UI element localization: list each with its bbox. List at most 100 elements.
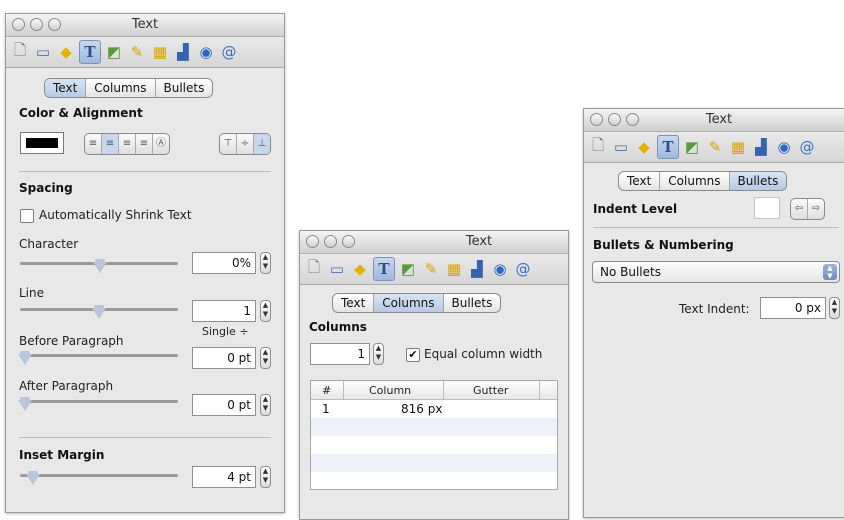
wrap-icon[interactable]: ◆ <box>350 258 370 280</box>
tab-columns[interactable]: Columns <box>659 172 728 190</box>
columns-count-stepper[interactable]: ▲ ▼ <box>373 343 384 365</box>
graphic-icon[interactable]: ◩ <box>104 41 124 63</box>
graphic-icon[interactable]: ◩ <box>682 136 702 158</box>
line-mode-popup[interactable]: Single ÷ <box>202 325 249 338</box>
text-inspector-columns-panel: Text 🗋 ▭ ◆ T ◩ ✎ ▦ ▟ ◉ @ Text Columns Bu… <box>299 230 569 520</box>
wrap-icon[interactable]: ◆ <box>634 136 654 158</box>
chart-icon[interactable]: ▟ <box>467 258 487 280</box>
layout-icon[interactable]: ▭ <box>33 41 53 63</box>
after-paragraph-field[interactable]: 0 pt <box>192 394 256 416</box>
metrics-icon[interactable]: ✎ <box>421 258 441 280</box>
inspector-tabs: Text Columns Bullets <box>332 293 502 313</box>
tab-text[interactable]: Text <box>333 294 373 312</box>
inset-margin-slider-thumb[interactable] <box>26 471 40 485</box>
table-icon[interactable]: ▦ <box>728 136 748 158</box>
character-stepper[interactable]: ▲ ▼ <box>260 252 271 274</box>
quicktime-icon[interactable]: @ <box>513 258 533 280</box>
metrics-icon[interactable]: ✎ <box>705 136 725 158</box>
align-middle-icon[interactable]: ÷ <box>236 134 253 154</box>
align-bottom-icon[interactable]: ⊥ <box>253 134 270 154</box>
tab-columns[interactable]: Columns <box>85 79 154 97</box>
chart-icon[interactable]: ▟ <box>751 136 771 158</box>
line-field[interactable]: 1 <box>192 300 256 322</box>
tab-text[interactable]: Text <box>619 172 659 190</box>
link-icon[interactable]: ◉ <box>774 136 794 158</box>
document-icon[interactable]: 🗋 <box>304 258 324 280</box>
align-right-icon[interactable]: ≡ <box>118 134 135 154</box>
inspector-toolbar: 🗋 ▭ ◆ T ◩ ✎ ▦ ▟ ◉ @ <box>584 132 844 163</box>
column-header-column[interactable]: Column <box>369 384 411 397</box>
line-slider-thumb[interactable] <box>92 305 106 319</box>
inspector-tabs: Text Columns Bullets <box>44 78 214 98</box>
text-indent-field[interactable]: 0 px <box>760 297 826 319</box>
table-icon[interactable]: ▦ <box>150 41 170 63</box>
before-paragraph-field[interactable]: 0 pt <box>192 347 256 369</box>
equal-column-width-checkbox[interactable]: ✔ <box>406 348 420 362</box>
titlebar: Text <box>6 14 284 37</box>
inset-margin-field[interactable]: 4 pt <box>192 466 256 488</box>
before-paragraph-slider[interactable] <box>20 354 178 357</box>
after-paragraph-slider-thumb[interactable] <box>18 397 32 411</box>
link-icon[interactable]: ◉ <box>490 258 510 280</box>
tab-text[interactable]: Text <box>45 79 86 97</box>
text-icon[interactable]: T <box>373 257 395 281</box>
inset-margin-heading: Inset Margin <box>19 448 105 462</box>
text-color-well[interactable] <box>20 132 64 154</box>
after-paragraph-slider[interactable] <box>20 400 178 403</box>
before-paragraph-slider-thumb[interactable] <box>18 351 32 365</box>
window-title: Text <box>465 234 493 249</box>
metrics-icon[interactable]: ✎ <box>127 41 147 63</box>
close-button[interactable] <box>306 235 319 248</box>
text-icon[interactable]: T <box>79 40 101 64</box>
tab-bullets[interactable]: Bullets <box>154 79 213 97</box>
document-icon[interactable]: 🗋 <box>588 136 608 158</box>
minimize-button[interactable] <box>324 235 337 248</box>
column-header-number[interactable]: # <box>322 384 331 397</box>
inspector-toolbar: 🗋 ▭ ◆ T ◩ ✎ ▦ ▟ ◉ @ <box>300 254 568 285</box>
text-indent-stepper[interactable]: ▲ ▼ <box>829 297 840 319</box>
wrap-icon[interactable]: ◆ <box>56 41 76 63</box>
layout-icon[interactable]: ▭ <box>611 136 631 158</box>
text-icon[interactable]: T <box>657 135 679 159</box>
quicktime-icon[interactable]: @ <box>797 136 817 158</box>
character-slider-thumb[interactable] <box>93 259 107 273</box>
shrink-text-checkbox[interactable] <box>20 209 34 223</box>
bullets-style-value: No Bullets <box>600 265 661 279</box>
align-auto-icon[interactable]: Ⓐ <box>152 134 169 154</box>
table-icon[interactable]: ▦ <box>444 258 464 280</box>
line-stepper[interactable]: ▲ ▼ <box>260 300 271 322</box>
spacing-heading: Spacing <box>19 181 73 195</box>
columns-count-field[interactable]: 1 <box>310 343 370 365</box>
before-paragraph-stepper[interactable]: ▲ ▼ <box>260 347 271 369</box>
indent-arrow-icon[interactable]: ⇨ <box>807 199 824 219</box>
line-label: Line <box>19 286 45 300</box>
tab-bullets[interactable]: Bullets <box>728 172 787 190</box>
outdent-arrow-icon[interactable]: ⇦ <box>791 199 807 219</box>
align-left-icon[interactable]: ≡ <box>85 134 101 154</box>
column-header-gutter[interactable]: Gutter <box>473 384 508 397</box>
document-icon[interactable]: 🗋 <box>10 41 30 63</box>
tab-bullets[interactable]: Bullets <box>442 294 501 312</box>
indent-level-label: Indent Level <box>593 202 678 216</box>
row-number: 1 <box>322 402 330 416</box>
character-field[interactable]: 0% <box>192 252 256 274</box>
quicktime-icon[interactable]: @ <box>219 41 239 63</box>
after-paragraph-stepper[interactable]: ▲ ▼ <box>260 394 271 416</box>
chart-icon[interactable]: ▟ <box>173 41 193 63</box>
link-icon[interactable]: ◉ <box>196 41 216 63</box>
graphic-icon[interactable]: ◩ <box>398 258 418 280</box>
layout-icon[interactable]: ▭ <box>327 258 347 280</box>
zoom-button[interactable] <box>342 235 355 248</box>
inset-margin-stepper[interactable]: ▲ ▼ <box>260 466 271 488</box>
titlebar: Text <box>584 109 844 132</box>
indent-level-field[interactable] <box>754 197 780 219</box>
columns-heading: Columns <box>309 320 367 334</box>
tab-columns[interactable]: Columns <box>373 294 443 312</box>
table-row[interactable]: 1 816 px <box>311 400 557 418</box>
row-column-width[interactable]: 816 px <box>401 402 442 416</box>
align-justify-icon[interactable]: ≡ <box>135 134 152 154</box>
bullets-style-popup[interactable]: No Bullets ▲ ▼ <box>592 261 840 283</box>
inset-margin-slider[interactable] <box>20 474 178 477</box>
align-center-icon[interactable]: ≡ <box>101 134 118 154</box>
align-top-icon[interactable]: ⊤ <box>220 134 236 154</box>
